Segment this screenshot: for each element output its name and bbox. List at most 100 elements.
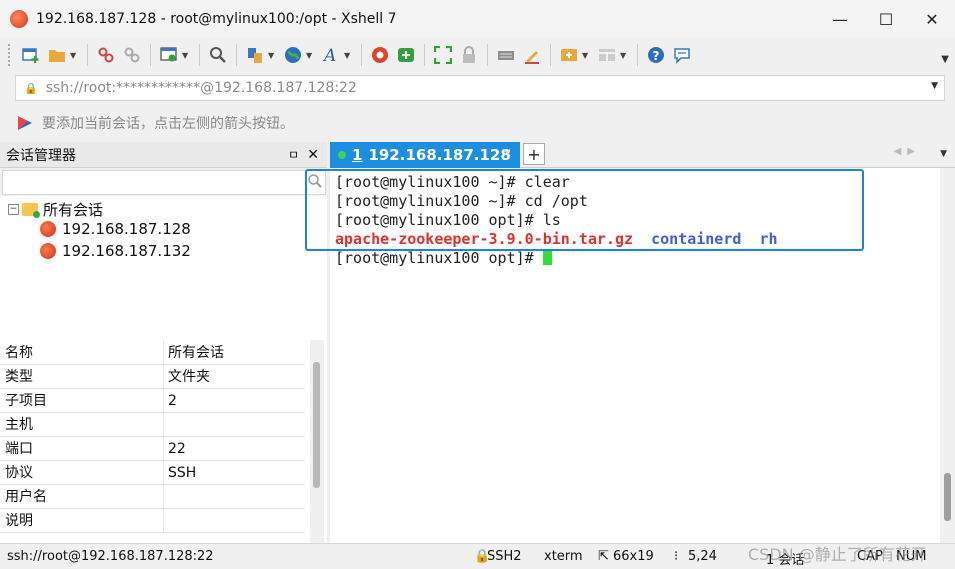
chevron-down-icon[interactable]: ▼ bbox=[70, 51, 78, 60]
status-terminal-type: xterm bbox=[544, 549, 583, 564]
tree-item-session-2[interactable]: 192.168.187.132 bbox=[40, 242, 191, 260]
tree-item-session-1[interactable]: 192.168.187.128 bbox=[40, 220, 191, 238]
property-name: 协议 bbox=[0, 461, 164, 484]
session-manager-title: 会话管理器 bbox=[6, 147, 76, 164]
highlight-box bbox=[305, 169, 864, 251]
add-tab-button[interactable]: + bbox=[523, 143, 545, 165]
session-icon bbox=[40, 243, 56, 259]
search-icon[interactable] bbox=[307, 173, 323, 193]
status-position: 5,24 bbox=[688, 549, 717, 564]
terminal-scrollbar[interactable] bbox=[940, 168, 955, 543]
tree-item-label: 192.168.187.128 bbox=[62, 220, 191, 238]
properties-panel: 名称 所有会话 类型 文件夹 子项目 2 主机 端口 22 协议 SSH 用户名… bbox=[0, 340, 327, 543]
pin-icon[interactable]: ㅁ bbox=[288, 146, 299, 163]
property-name: 名称 bbox=[0, 341, 164, 364]
lock-icon[interactable] bbox=[458, 44, 480, 66]
cursor-position-icon: ⁝ bbox=[674, 549, 679, 564]
watermark: CSDN @静止了所有花开 bbox=[748, 545, 927, 564]
properties-icon[interactable] bbox=[158, 44, 180, 66]
toolbar-overflow-icon[interactable]: ▼ bbox=[941, 54, 949, 65]
toolbar-divider bbox=[150, 44, 151, 66]
disconnect-icon[interactable] bbox=[95, 44, 117, 66]
status-protocol: SSH2 bbox=[487, 549, 522, 564]
toolbar-grip[interactable] bbox=[8, 44, 12, 66]
tree-root-label: 所有会话 bbox=[43, 201, 104, 219]
session-icon bbox=[40, 221, 56, 237]
chevron-down-icon[interactable]: ▼ bbox=[940, 149, 947, 159]
font-icon[interactable]: A bbox=[320, 44, 342, 66]
highlight-icon[interactable] bbox=[521, 44, 543, 66]
chevron-down-icon[interactable]: ▼ bbox=[582, 51, 590, 60]
tree-root[interactable]: − 所有会话 bbox=[8, 199, 103, 220]
property-value: SSH bbox=[168, 465, 197, 481]
toolbar-divider bbox=[199, 44, 200, 66]
terminal-prompt: [root@mylinux100 opt]# bbox=[335, 249, 543, 267]
property-value: 22 bbox=[168, 441, 186, 457]
main-toolbar: ▼ ▼ ▼ ▼ A ▼ ▼ ▼ ? ▼ bbox=[0, 38, 955, 72]
window-controls: — ☐ ✕ bbox=[817, 0, 955, 38]
resize-icon: ⇱ bbox=[598, 549, 609, 564]
window-title: 192.168.187.128 - root@mylinux100:/opt -… bbox=[36, 11, 397, 27]
property-row: 协议 SSH bbox=[0, 461, 305, 485]
close-icon[interactable]: ✕ bbox=[502, 146, 512, 160]
reconnect-icon[interactable] bbox=[121, 44, 143, 66]
close-icon[interactable]: ✕ bbox=[307, 147, 319, 163]
svg-text:?: ? bbox=[653, 49, 660, 63]
scrollbar-thumb[interactable] bbox=[313, 362, 320, 488]
globe-icon[interactable] bbox=[282, 44, 304, 66]
scrollbar-thumb[interactable] bbox=[944, 473, 951, 521]
chevron-down-icon[interactable]: ▼ bbox=[268, 51, 276, 60]
new-session-icon[interactable] bbox=[20, 44, 42, 66]
chevron-down-icon[interactable]: ▼ bbox=[931, 81, 938, 91]
tree-item-label: 192.168.187.132 bbox=[62, 242, 191, 260]
keyboard-icon[interactable] bbox=[495, 44, 517, 66]
address-input[interactable]: ssh://root:************@192.168.187.128:… bbox=[46, 80, 357, 96]
xshell-app-icon bbox=[10, 10, 28, 28]
tab-number: 1 bbox=[352, 146, 363, 164]
close-button[interactable]: ✕ bbox=[909, 0, 955, 38]
property-row: 类型 文件夹 bbox=[0, 365, 305, 389]
tab-session-1[interactable]: 1 192.168.187.128 ✕ bbox=[330, 142, 520, 168]
chat-icon[interactable] bbox=[671, 44, 693, 66]
chevron-down-icon[interactable]: ▼ bbox=[182, 51, 190, 60]
tab-label: 192.168.187.128 bbox=[368, 146, 511, 164]
chevron-down-icon[interactable]: ▼ bbox=[620, 51, 628, 60]
toolbar-divider bbox=[487, 44, 488, 66]
svg-text:A: A bbox=[322, 46, 336, 64]
fullscreen-icon[interactable] bbox=[432, 44, 454, 66]
help-icon[interactable]: ? bbox=[645, 44, 667, 66]
toolbar-divider bbox=[550, 44, 551, 66]
property-value bbox=[164, 413, 168, 436]
property-row: 名称 所有会话 bbox=[0, 341, 305, 365]
maximize-button[interactable]: ☐ bbox=[863, 0, 909, 38]
open-folder-icon[interactable] bbox=[46, 44, 68, 66]
xftp-icon[interactable] bbox=[395, 44, 417, 66]
tab-scroll-arrows[interactable]: ◀▶ bbox=[894, 146, 921, 157]
minimize-button[interactable]: — bbox=[817, 0, 863, 38]
session-manager-header: 会话管理器 ㅁ ✕ bbox=[0, 142, 327, 168]
xshell-icon[interactable] bbox=[369, 44, 391, 66]
toolbar-divider bbox=[424, 44, 425, 66]
property-row: 子项目 2 bbox=[0, 389, 305, 413]
status-connection: ssh://root@192.168.187.128:22 bbox=[7, 549, 214, 564]
layout-icon[interactable] bbox=[596, 44, 618, 66]
hint-text: 要添加当前会话，点击左侧的箭头按钮。 bbox=[42, 116, 294, 132]
chevron-down-icon[interactable]: ▼ bbox=[306, 51, 314, 60]
property-name: 端口 bbox=[0, 437, 164, 460]
session-search-input[interactable] bbox=[2, 170, 326, 195]
property-row: 说明 bbox=[0, 509, 305, 533]
collapse-icon[interactable]: − bbox=[8, 204, 19, 215]
terminal[interactable]: [root@mylinux100 ~]# clear [root@mylinux… bbox=[305, 168, 940, 543]
property-name: 主机 bbox=[0, 413, 164, 436]
properties-scrollbar[interactable] bbox=[310, 340, 324, 543]
arrow-icon[interactable] bbox=[18, 116, 32, 130]
compose-icon[interactable] bbox=[558, 44, 580, 66]
search-icon[interactable] bbox=[207, 44, 229, 66]
transfer-icon[interactable] bbox=[244, 44, 266, 66]
address-bar[interactable]: 🔒 ssh://root:************@192.168.187.12… bbox=[15, 75, 945, 101]
toolbar-divider bbox=[637, 44, 638, 66]
property-name: 说明 bbox=[0, 509, 164, 532]
folder-icon bbox=[22, 203, 40, 218]
property-name: 子项目 bbox=[0, 389, 164, 412]
chevron-down-icon[interactable]: ▼ bbox=[344, 51, 352, 60]
